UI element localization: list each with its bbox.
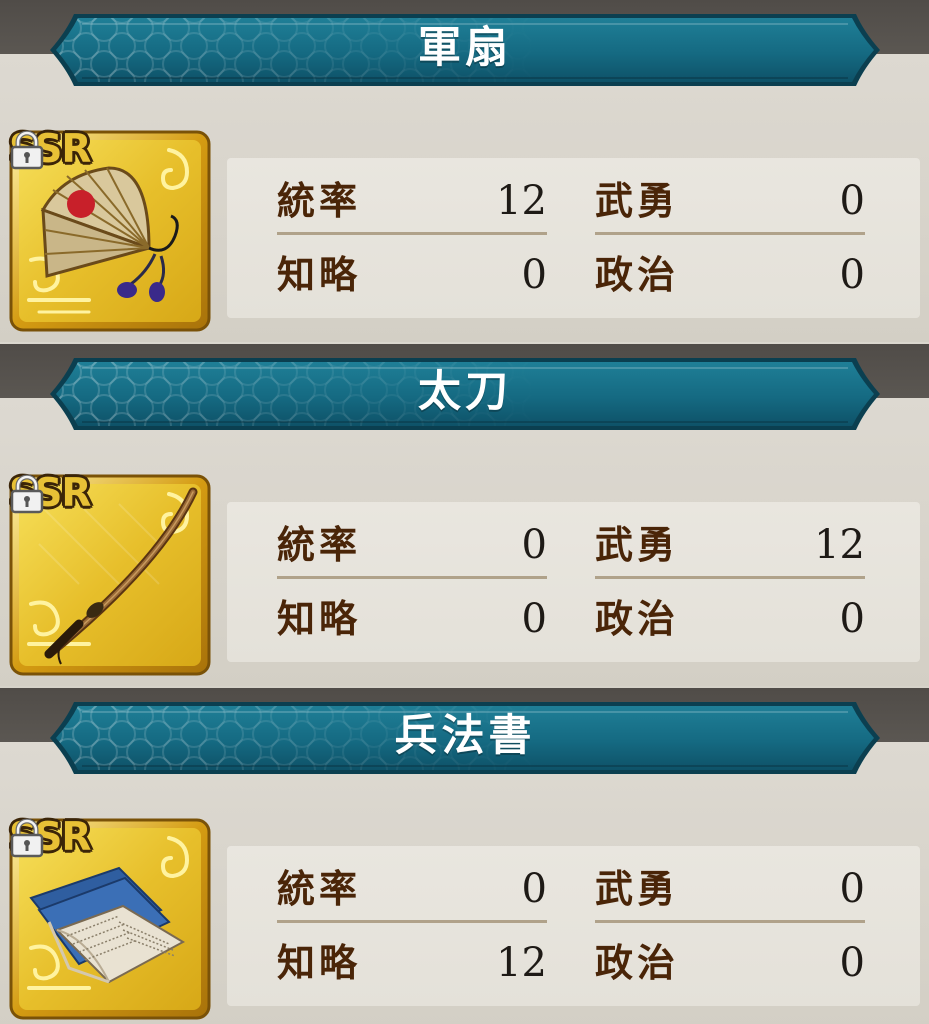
stat-intellect: 知略 12 — [277, 938, 547, 988]
equipment-stats-page: 軍扇 SSR 統率 12 武勇 0 知略 0 政治 0 太刀 SSR 統率 0 … — [0, 0, 929, 1024]
stat-politics: 政治 0 — [595, 250, 865, 300]
item-name-banner: 軍扇 — [50, 10, 880, 90]
stat-label: 武勇 — [595, 178, 680, 223]
stats-panel: 統率 0 武勇 12 知略 0 政治 0 — [227, 502, 920, 662]
stat-label: 統率 — [277, 178, 362, 223]
equipment-section-strategy-book: 兵法書 SSR 統率 0 武勇 0 知略 12 政治 0 — [0, 688, 929, 1024]
stat-value: 0 — [839, 866, 865, 912]
stat-leadership: 統率 12 — [277, 176, 547, 235]
stat-leadership: 統率 0 — [277, 864, 547, 923]
stat-value: 0 — [521, 252, 547, 298]
stat-value: 12 — [496, 178, 547, 224]
stat-value: 0 — [839, 596, 865, 642]
stat-intellect: 知略 0 — [277, 594, 547, 644]
stat-label: 知略 — [277, 940, 362, 985]
stat-value: 0 — [839, 178, 865, 224]
item-card[interactable]: SSR — [9, 130, 211, 332]
stat-label: 政治 — [595, 252, 680, 297]
stat-value: 0 — [521, 522, 547, 568]
equipment-section-war-fan: 軍扇 SSR 統率 12 武勇 0 知略 0 政治 0 — [0, 0, 929, 342]
stat-politics: 政治 0 — [595, 594, 865, 644]
item-name: 軍扇 — [418, 23, 512, 73]
stat-leadership: 統率 0 — [277, 520, 547, 579]
equipment-section-tachi: 太刀 SSR 統率 0 武勇 12 知略 0 政治 0 — [0, 344, 929, 686]
stat-valor: 武勇 12 — [595, 520, 865, 579]
stat-label: 知略 — [277, 252, 362, 297]
stat-valor: 武勇 0 — [595, 176, 865, 235]
stat-value: 0 — [521, 866, 547, 912]
stat-label: 政治 — [595, 596, 680, 641]
stat-value: 0 — [839, 940, 865, 986]
stats-panel: 統率 0 武勇 0 知略 12 政治 0 — [227, 846, 920, 1006]
stat-value: 12 — [496, 940, 547, 986]
stat-valor: 武勇 0 — [595, 864, 865, 923]
item-name: 兵法書 — [394, 711, 536, 761]
stat-label: 武勇 — [595, 522, 680, 567]
item-name-banner: 太刀 — [50, 354, 880, 434]
item-name-banner: 兵法書 — [50, 698, 880, 778]
lock-icon[interactable] — [9, 130, 45, 170]
stats-panel: 統率 12 武勇 0 知略 0 政治 0 — [227, 158, 920, 318]
stat-value: 0 — [839, 252, 865, 298]
lock-icon[interactable] — [9, 818, 45, 858]
stat-value: 12 — [814, 522, 865, 568]
stat-label: 知略 — [277, 596, 362, 641]
stat-intellect: 知略 0 — [277, 250, 547, 300]
stat-value: 0 — [521, 596, 547, 642]
lock-icon[interactable] — [9, 474, 45, 514]
item-card[interactable]: SSR — [9, 474, 211, 676]
stat-label: 武勇 — [595, 866, 680, 911]
item-card[interactable]: SSR — [9, 818, 211, 1020]
item-name: 太刀 — [418, 367, 512, 417]
stat-label: 政治 — [595, 940, 680, 985]
stat-politics: 政治 0 — [595, 938, 865, 988]
stat-label: 統率 — [277, 522, 362, 567]
stat-label: 統率 — [277, 866, 362, 911]
